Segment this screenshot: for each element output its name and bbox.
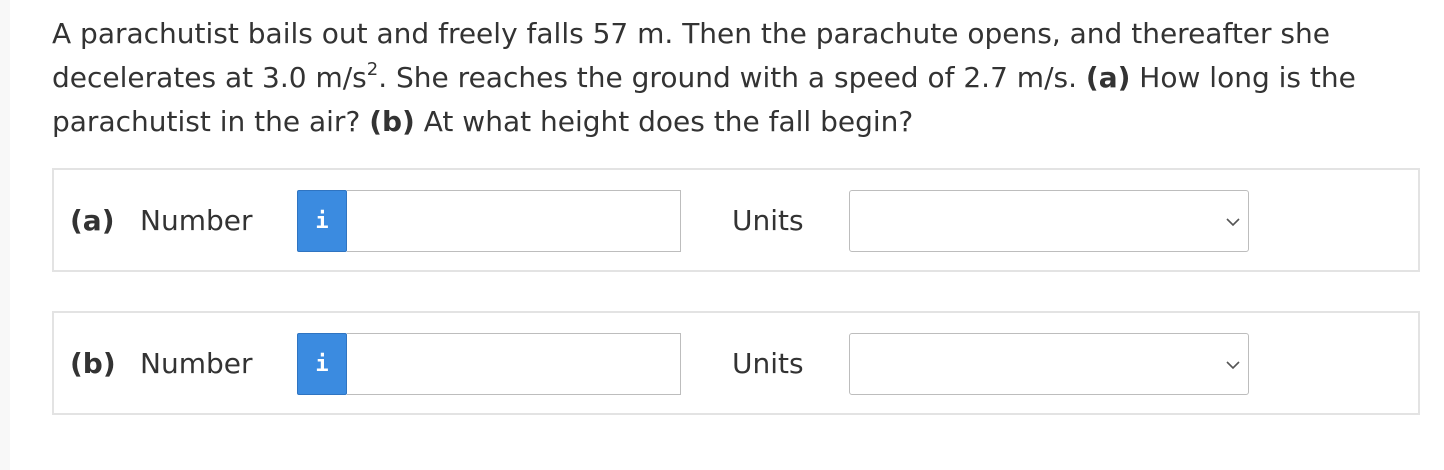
question-text: A parachutist bails out and freely falls… bbox=[52, 12, 1432, 144]
question-line-2-post: . She reaches the ground with a speed of… bbox=[378, 61, 1077, 94]
part-a-tag: (a) bbox=[1085, 61, 1131, 94]
question-line-1: A parachutist bails out and freely falls… bbox=[52, 17, 1330, 50]
number-input-a[interactable] bbox=[347, 190, 681, 252]
chevron-down-icon bbox=[1226, 361, 1240, 370]
number-label-a: Number bbox=[140, 204, 253, 237]
units-select-a[interactable] bbox=[849, 190, 1249, 252]
info-glyph: i bbox=[315, 208, 329, 234]
part-b-tag: (b) bbox=[369, 105, 415, 138]
exponent: 2 bbox=[366, 59, 379, 80]
part-a-question: How long is the bbox=[1130, 61, 1356, 94]
part-b-question: At what height does the fall begin? bbox=[414, 105, 914, 138]
number-label-b: Number bbox=[140, 347, 253, 380]
question-line-3: parachutist in the air? bbox=[52, 105, 361, 138]
info-icon[interactable]: i bbox=[297, 333, 347, 395]
info-glyph: i bbox=[315, 351, 329, 377]
question-line-2-pre: decelerates at 3.0 m/s bbox=[52, 61, 367, 94]
question-panel: A parachutist bails out and freely falls… bbox=[10, 0, 1444, 470]
units-label-a: Units bbox=[732, 204, 804, 237]
part-label-b: (b) bbox=[70, 347, 116, 380]
info-icon[interactable]: i bbox=[297, 190, 347, 252]
answer-row-b: (b) Number i Units bbox=[52, 311, 1420, 415]
number-input-b[interactable] bbox=[347, 333, 681, 395]
part-label-a: (a) bbox=[70, 204, 115, 237]
answer-row-a: (a) Number i Units bbox=[52, 168, 1420, 272]
chevron-down-icon bbox=[1226, 218, 1240, 227]
units-select-b[interactable] bbox=[849, 333, 1249, 395]
units-label-b: Units bbox=[732, 347, 804, 380]
